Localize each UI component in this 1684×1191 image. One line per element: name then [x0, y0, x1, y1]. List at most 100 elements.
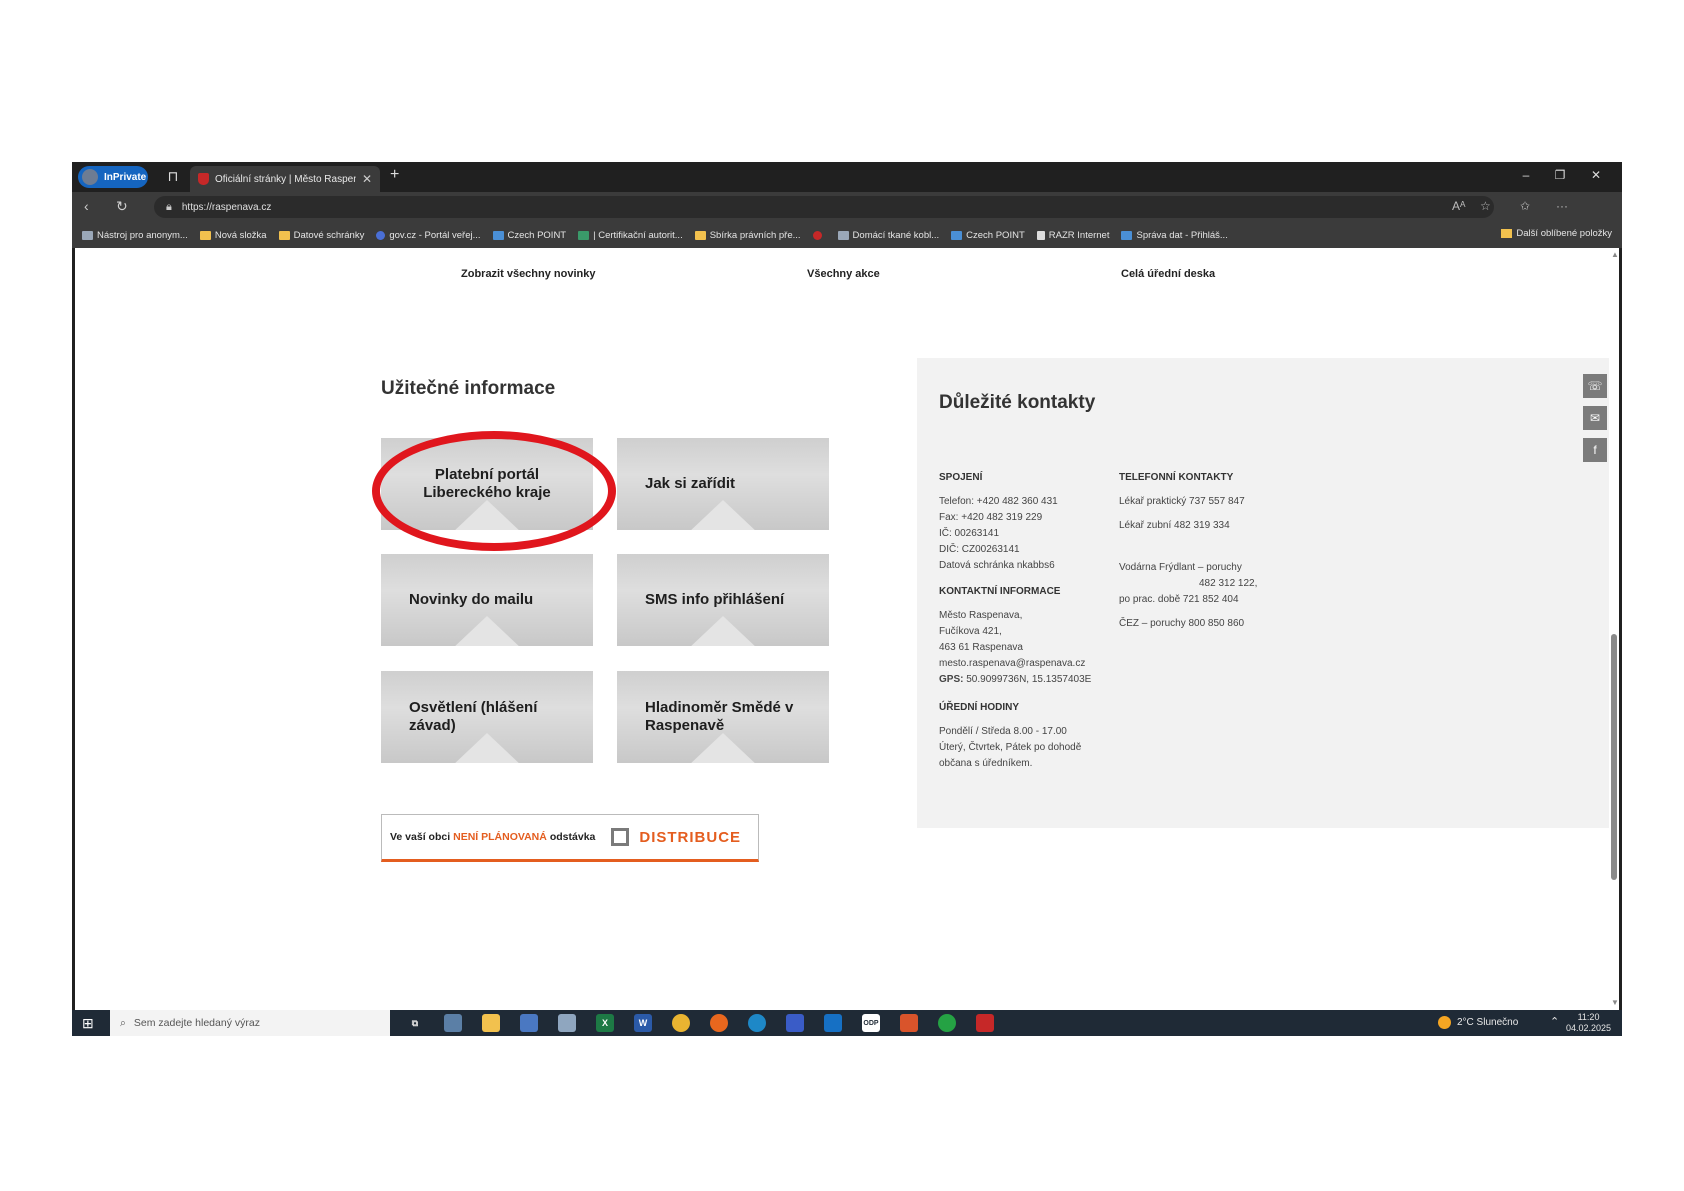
section-heading: TELEFONNÍ KONTAKTY: [1119, 472, 1234, 483]
read-aloud-icon[interactable]: Aᴬ: [1452, 199, 1465, 213]
tile-news-email[interactable]: Novinky do mailu: [381, 554, 593, 646]
chrome-icon[interactable]: [672, 1014, 690, 1032]
hours-line: občana s úředníkem.: [939, 758, 1033, 769]
folder-icon: [694, 230, 706, 240]
bookmark-icon: [1121, 230, 1133, 240]
weather-widget[interactable]: 2°C Slunečno: [1438, 1016, 1518, 1029]
edge-icon[interactable]: [748, 1014, 766, 1032]
restore-icon[interactable]: ❐: [1550, 168, 1570, 182]
other-bookmarks[interactable]: Další oblíbené položky: [1501, 228, 1612, 239]
contacts-heading: Důležité kontakty: [939, 392, 1096, 413]
file-explorer-icon[interactable]: [482, 1014, 500, 1032]
lock-icon: 🔒︎: [166, 200, 172, 213]
acrobat-icon[interactable]: [976, 1014, 994, 1032]
system-clock[interactable]: 11:20 04.02.2025: [1566, 1012, 1611, 1034]
folder-icon: [199, 230, 211, 240]
phone-line: Lékař zubní 482 319 334: [1119, 520, 1230, 531]
address-bar[interactable]: 🔒︎ https://raspenava.cz: [154, 196, 1494, 218]
tab-actions-icon[interactable]: ⊓: [164, 168, 182, 185]
facebook-icon[interactable]: f: [1583, 438, 1607, 462]
outlook-icon[interactable]: [824, 1014, 842, 1032]
browser-window: InPrivate ⊓ Oficiální stránky | Město Ra…: [72, 162, 1622, 1036]
phone-line: Lékař praktický 737 557 847: [1119, 496, 1245, 507]
close-window-icon[interactable]: ✕: [1586, 168, 1606, 182]
bookmark-item[interactable]: Správa dat - Přihláš...: [1121, 230, 1228, 241]
app-icon[interactable]: [558, 1014, 576, 1032]
link-all-news[interactable]: Zobrazit všechny novinky: [461, 268, 595, 280]
phone-line: Vodárna Frýdlant – poruchy: [1119, 562, 1242, 573]
word-icon[interactable]: W: [634, 1014, 652, 1032]
phone-line: ČEZ – poruchy 800 850 860: [1119, 618, 1245, 629]
title-bar: InPrivate ⊓ Oficiální stránky | Město Ra…: [72, 162, 1622, 192]
whatsapp-icon[interactable]: [938, 1014, 956, 1032]
email-link[interactable]: mesto.raspenava@raspenava.cz: [939, 658, 1085, 669]
address-bar-row: ‹ ↻ 🔒︎ https://raspenava.cz Aᴬ ☆ ✩ ···: [72, 192, 1622, 222]
url-text: https://raspenava.cz: [181, 201, 272, 213]
bookmark-item[interactable]: Sbírka právních pře...: [694, 230, 801, 241]
link-official-board[interactable]: Celá úřední deska: [1121, 268, 1215, 280]
tile-sms-info[interactable]: SMS info přihlášení: [617, 554, 829, 646]
windows-start-icon[interactable]: ⊞: [82, 1015, 94, 1032]
search-icon: ⌕: [120, 1016, 126, 1029]
section-heading: KONTAKTNÍ INFORMACE: [939, 586, 1061, 597]
bookmark-item[interactable]: Nová složka: [199, 230, 267, 241]
phone-icon[interactable]: ☏: [1583, 374, 1607, 398]
bookmark-icon: [578, 230, 590, 240]
hours-line: Úterý, Čtvrtek, Pátek po dohodě: [939, 742, 1082, 753]
contacts-panel: Důležité kontakty SPOJENÍ Telefon: +420 …: [917, 358, 1609, 828]
new-tab-icon[interactable]: +: [390, 166, 399, 184]
tab-close-icon[interactable]: ✕: [362, 172, 372, 186]
profile-avatar-icon: [82, 169, 98, 185]
odp-app-icon[interactable]: ODP: [862, 1014, 880, 1032]
tab-title: Oficiální stránky | Město Raspena: [215, 173, 356, 185]
web-page: Zobrazit všechny novinky Všechny akce Ce…: [75, 248, 1619, 1010]
scrollbar-thumb[interactable]: [1611, 634, 1617, 880]
tile-lighting[interactable]: Osvětlení (hlášení závad): [381, 671, 593, 763]
bookmark-item[interactable]: RAZR Internet: [1036, 230, 1109, 241]
more-menu-icon[interactable]: ···: [1556, 199, 1568, 213]
back-icon[interactable]: ‹: [84, 198, 89, 214]
tray-chevron-up-icon[interactable]: ⌃: [1550, 1015, 1559, 1028]
bookmark-icon: [278, 230, 290, 240]
bookmark-item[interactable]: Datové schránky: [278, 230, 364, 241]
bookmark-item[interactable]: Nástroj pro anonym...: [82, 230, 188, 241]
save-app-icon[interactable]: [786, 1014, 804, 1032]
bookmark-item[interactable]: [812, 230, 826, 240]
calculator-icon[interactable]: [520, 1014, 538, 1032]
inprivate-badge[interactable]: InPrivate: [78, 166, 148, 188]
bookmark-icon: [492, 230, 504, 240]
section-heading: ÚŘEDNÍ HODINY: [939, 702, 1020, 713]
tab-active[interactable]: Oficiální stránky | Město Raspena ✕: [190, 166, 380, 192]
excel-icon[interactable]: X: [596, 1014, 614, 1032]
bookmark-item[interactable]: Czech POINT: [951, 230, 1025, 241]
favorites-icon[interactable]: ✩: [1520, 199, 1530, 213]
scroll-down-icon[interactable]: ▼: [1611, 998, 1619, 1007]
contact-line: Město Raspenava,: [939, 610, 1023, 621]
phone-line: po prac. době 721 852 404: [1119, 594, 1239, 605]
favorite-star-icon[interactable]: ☆: [1480, 199, 1491, 213]
minimize-icon[interactable]: –: [1516, 168, 1536, 182]
cez-logo-icon: [611, 828, 630, 846]
distribution-banner[interactable]: Ve vaší obci NENÍ PLÁNOVANÁ odstávka DIS…: [381, 814, 759, 862]
bookmark-item[interactable]: Domácí tkané kobl...: [837, 230, 939, 241]
bookmark-item[interactable]: | Certifikační autorit...: [578, 230, 683, 241]
bookmark-item[interactable]: Czech POINT: [492, 230, 566, 241]
network-app-icon[interactable]: [444, 1014, 462, 1032]
firefox-icon[interactable]: [710, 1014, 728, 1032]
refresh-icon[interactable]: ↻: [116, 198, 128, 215]
tile-how-to[interactable]: Jak si zařídit: [617, 438, 829, 530]
bookmark-icon: [812, 230, 822, 240]
tile-water-gauge[interactable]: Hladinoměr Smědé v Raspenavě: [617, 671, 829, 763]
section-heading: SPOJENÍ: [939, 472, 983, 483]
contact-line: Telefon: +420 482 360 431: [939, 496, 1058, 507]
task-view-icon[interactable]: ⧉: [406, 1014, 424, 1032]
bookmark-item[interactable]: gov.cz - Portál veřej...: [376, 230, 481, 241]
scroll-up-icon[interactable]: ▲: [1611, 250, 1619, 259]
office-app-icon[interactable]: [900, 1014, 918, 1032]
bookmark-icon: [837, 230, 849, 240]
link-all-events[interactable]: Všechny akce: [807, 268, 880, 280]
scrollbar[interactable]: [1609, 248, 1619, 1010]
highlight-annotation-circle: [372, 431, 616, 551]
taskbar-search[interactable]: ⌕ Sem zadejte hledaný výraz: [110, 1010, 390, 1036]
mail-icon[interactable]: ✉: [1583, 406, 1607, 430]
